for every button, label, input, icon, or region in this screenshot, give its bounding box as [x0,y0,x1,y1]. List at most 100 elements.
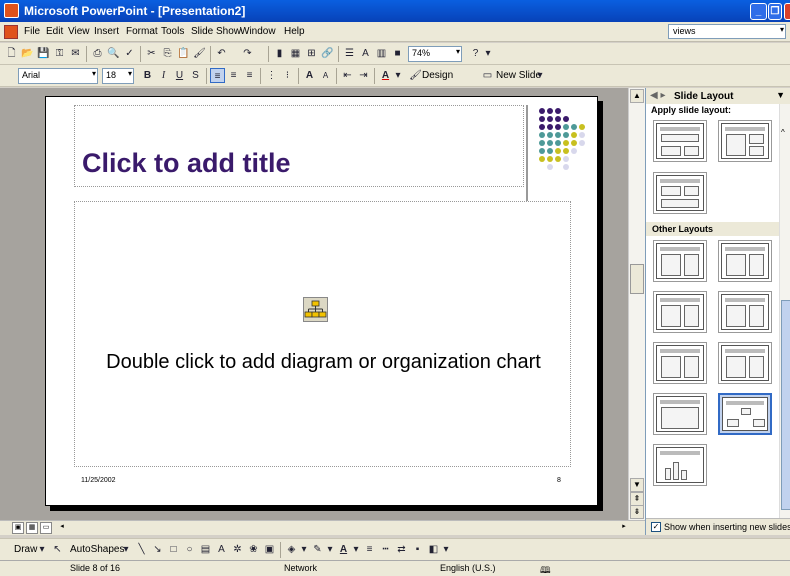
zoom-combo[interactable]: 74% ▾ [408,46,462,62]
print-icon[interactable]: ⎙ [90,46,105,61]
help-box-dropdown-icon[interactable]: ▾ [780,25,784,34]
save-icon[interactable]: 💾 [36,46,51,61]
help-icon[interactable]: ? [468,46,483,61]
toolbar-options-icon[interactable]: ▾ [442,542,450,557]
slide-show-view-icon[interactable]: ▭ [40,522,52,534]
title-placeholder[interactable]: Click to add title [74,105,524,187]
diagram-placeholder[interactable] [74,201,571,467]
toolbar-options-icon[interactable]: ▾ [536,68,544,83]
slide-canvas[interactable]: Click to add title Double click to add d… [45,96,598,506]
chevron-down-icon[interactable]: ▾ [456,47,460,56]
chevron-down-icon[interactable]: ▼ [776,90,785,100]
vertical-scrollbar[interactable]: ▲ ▼ ⇞ ⇟ [628,88,645,520]
font-color-dropdown-icon[interactable]: ▾ [394,68,402,83]
arrow-style-icon[interactable]: ⇄ [394,542,409,557]
hyperlink-icon[interactable]: 🔗 [320,46,335,61]
underline-icon[interactable]: U [172,68,187,83]
layout-thumbnail-text-and-media[interactable] [653,342,707,384]
toolbar-options-icon[interactable]: ▾ [484,46,492,61]
increase-font-icon[interactable]: A [302,68,317,83]
align-left-icon[interactable]: ≡ [210,68,225,83]
3d-style-icon[interactable]: ◧ [426,542,441,557]
picture-icon[interactable]: ▣ [262,542,277,557]
line-style-icon[interactable]: ≡ [362,542,377,557]
font-color-icon[interactable]: A [378,68,393,83]
copy-icon[interactable]: ⎘ [160,46,175,61]
powerpoint-app-icon[interactable] [4,3,19,18]
layout-thumbnail-text-and-clipart[interactable] [653,240,707,282]
show-when-inserting-checkbox[interactable]: ✓ [651,522,661,532]
fill-color-icon[interactable]: ◈ [284,542,299,557]
insert-chart-icon[interactable]: ▮ [272,46,287,61]
font-color-icon[interactable]: A [336,542,351,557]
wordart-icon[interactable]: A [214,542,229,557]
restore-button[interactable]: ❐ [768,3,782,20]
menu-view[interactable]: View [68,26,90,37]
chevron-down-icon[interactable]: ▾ [38,542,46,557]
expand-all-icon[interactable]: ☰ [342,46,357,61]
menu-edit[interactable]: Edit [46,26,63,37]
task-pane-scroll-thumb[interactable] [781,300,790,510]
menu-format[interactable]: Format [126,26,158,37]
layout-thumbnail-title-two-content-text[interactable] [718,120,772,162]
italic-icon[interactable]: I [156,68,171,83]
new-slide-button[interactable]: New Slide [496,70,541,81]
layout-thumbnail-title-four-content[interactable] [653,172,707,214]
organization-chart-icon[interactable] [303,297,328,322]
insert-table-icon[interactable]: ▦ [288,46,303,61]
autoshapes-menu-button[interactable]: AutoShapes [70,544,125,555]
cut-icon[interactable]: ✂ [144,46,159,61]
font-combo[interactable]: Arial ▾ [18,68,98,84]
scroll-up-icon[interactable]: ^ [781,128,785,137]
redo-icon[interactable]: ↷ [240,46,255,61]
decrease-indent-icon[interactable]: ⇤ [340,68,355,83]
chevron-down-icon[interactable]: ▾ [128,69,132,78]
increase-indent-icon[interactable]: ⇥ [356,68,371,83]
scroll-left-icon[interactable]: ◂ [56,522,68,534]
back-forward-icon[interactable]: ◀ ▸ [650,90,666,101]
menu-file[interactable]: File [24,26,40,37]
help-question-box[interactable]: views ▾ [668,24,786,39]
shadow-icon[interactable]: S [188,68,203,83]
select-objects-icon[interactable]: ↖ [50,542,65,557]
layout-thumbnail-media-and-text[interactable] [718,342,772,384]
format-painter-icon[interactable]: 🖌 [192,46,207,61]
bullets-icon[interactable]: ⁝ [280,68,295,83]
previous-slide-icon[interactable]: ⇞ [630,492,644,506]
next-slide-icon[interactable]: ⇟ [630,505,644,519]
chevron-down-icon[interactable]: ▾ [352,542,360,557]
line-color-icon[interactable]: ✎ [310,542,325,557]
print-preview-icon[interactable]: 🔍 [106,46,121,61]
close-button[interactable] [784,3,790,20]
font-size-combo[interactable]: 18 ▾ [102,68,134,84]
clip-art-icon[interactable]: ❀ [246,542,261,557]
scroll-right-icon[interactable]: ▸ [618,522,630,534]
layout-thumbnail-title-and-chart[interactable] [653,444,707,486]
arrow-icon[interactable]: ↘ [150,542,165,557]
rectangle-icon[interactable]: □ [166,542,181,557]
new-slide-icon[interactable]: ▭ [480,68,495,83]
design-icon[interactable]: 🖌 [408,68,423,83]
undo-icon[interactable]: ↶ [214,46,229,61]
spelling-icon[interactable]: ✓ [122,46,137,61]
chevron-down-icon[interactable]: ▾ [326,542,334,557]
show-when-inserting-option[interactable]: ✓ Show when inserting new slides [646,518,790,535]
scroll-down-icon[interactable]: ▼ [630,478,644,492]
normal-view-icon[interactable]: ▣ [12,522,24,534]
paste-icon[interactable]: 📋 [176,46,191,61]
show-grid-icon[interactable]: ▥ [374,46,389,61]
line-icon[interactable]: ╲ [134,542,149,557]
color-grayscale-icon[interactable]: ■ [390,46,405,61]
layout-thumbnail-title-and-table[interactable] [653,393,707,435]
layout-thumbnail-chart-and-text[interactable] [718,291,772,333]
menu-insert[interactable]: Insert [94,26,119,37]
decrease-font-icon[interactable]: A [318,68,333,83]
layout-thumbnail-clipart-and-text[interactable] [718,240,772,282]
task-pane-scrollbar[interactable]: ^ [779,104,790,518]
minimize-button[interactable]: _ [750,3,767,20]
scroll-thumb[interactable] [630,264,644,294]
menu-slide-show[interactable]: Slide Show [191,26,241,37]
menu-help[interactable]: Help [284,26,305,37]
new-icon[interactable]: 🗋 [4,46,19,61]
tables-borders-icon[interactable]: ⊞ [304,46,319,61]
